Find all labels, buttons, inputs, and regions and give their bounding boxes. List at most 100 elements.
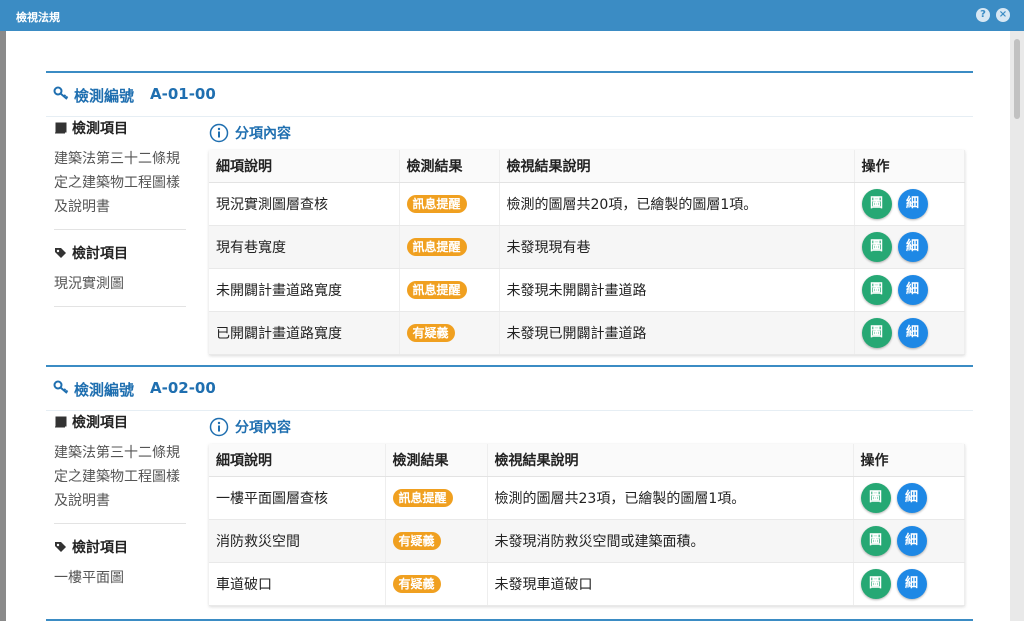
close-icon[interactable]: ×: [996, 8, 1010, 22]
table-row: 一樓平面圖層查核 訊息提醒 檢測的圖層共23項，已繪製的圖層1項。 圖細: [209, 476, 965, 520]
book-icon: [55, 416, 67, 428]
info-icon: [209, 417, 229, 437]
detail-button[interactable]: 細: [897, 317, 928, 348]
result-cell: 訊息提醒: [399, 225, 500, 269]
col-action-header: 操作: [853, 444, 965, 477]
review-item-heading: 檢討項目: [54, 536, 186, 558]
detail-button[interactable]: 細: [896, 525, 927, 556]
item-cell: 已開闢計畫道路寬度: [209, 311, 400, 355]
item-cell: 車道破口: [209, 562, 386, 606]
code-value: A-01-00: [150, 85, 216, 103]
code-label: 檢測編號: [74, 87, 135, 105]
divider: [54, 229, 186, 230]
results-table: 細項說明 檢測結果 檢視結果說明 操作 一樓平面圖層查核 訊息提醒 檢測的圖層共…: [209, 444, 965, 606]
table-row: 車道破口 有疑義 未發現車道破口 圖細: [209, 562, 965, 606]
desc-cell: 檢測的圖層共20項，已繪製的圖層1項。: [499, 182, 855, 226]
key-icon: [53, 86, 69, 100]
item-cell: 現況實測圖層查核: [209, 182, 400, 226]
status-badge: 有疑義: [406, 323, 455, 342]
divider: [54, 306, 186, 307]
review-item-label: 檢討項目: [72, 246, 128, 262]
map-button[interactable]: 圖: [860, 482, 891, 513]
tag-icon: [55, 248, 66, 258]
result-cell: 訊息提醒: [399, 268, 500, 312]
map-button[interactable]: 圖: [861, 274, 892, 305]
item-summary: 檢測項目 建築法第三十二條規定之建築物工程圖樣及說明書 檢討項目 現況實測圖: [54, 117, 186, 319]
status-badge: 有疑義: [392, 531, 441, 550]
status-badge: 訊息提醒: [406, 280, 467, 299]
detail-button[interactable]: 細: [897, 188, 928, 219]
sub-content-label: 分項內容: [235, 126, 291, 142]
action-cell: 圖細: [854, 311, 965, 355]
item-cell: 未開闢計畫道路寬度: [209, 268, 400, 312]
table-row: 現有巷寬度 訊息提醒 未發現現有巷 圖細: [209, 225, 965, 269]
detail-button[interactable]: 細: [897, 231, 928, 262]
table-row: 已開闢計畫道路寬度 有疑義 未發現已開闢計畫道路 圖細: [209, 311, 965, 355]
status-badge: 訊息提醒: [406, 194, 467, 213]
review-item-text: 一樓平面圖: [54, 570, 124, 586]
check-item-label: 檢測項目: [72, 415, 128, 431]
dialog-titlebar: 檢視法規 ? ×: [0, 0, 1024, 31]
sub-content-heading: 分項內容: [209, 415, 965, 439]
help-icon[interactable]: ?: [976, 8, 990, 22]
desc-cell: 未發現未開闢計畫道路: [499, 268, 855, 312]
table-row: 現況實測圖層查核 訊息提醒 檢測的圖層共20項，已繪製的圖層1項。 圖細: [209, 182, 965, 226]
map-button[interactable]: 圖: [861, 231, 892, 262]
col-desc-header: 檢視結果說明: [499, 150, 855, 183]
sub-content-label: 分項內容: [235, 420, 291, 436]
sub-content: 分項內容 細項說明 檢測結果 檢視結果說明 操作 一樓平面圖層查核 訊息提醒 檢…: [209, 415, 965, 606]
action-cell: 圖細: [854, 182, 965, 226]
check-item-heading: 檢測項目: [54, 117, 186, 139]
desc-cell: 檢測的圖層共23項，已繪製的圖層1項。: [487, 476, 854, 520]
map-button[interactable]: 圖: [861, 317, 892, 348]
detail-button[interactable]: 細: [896, 568, 927, 599]
dialog-title: 檢視法規: [16, 11, 60, 24]
desc-cell: 未發現現有巷: [499, 225, 855, 269]
action-cell: 圖細: [853, 562, 965, 606]
dialog-body: 檢測編號 A-01-00 檢測項目 建築法第三十二條規定之建築物工程圖樣及說明書…: [6, 31, 1010, 621]
inspection-panel: 檢測編號 A-01-00 檢測項目 建築法第三十二條規定之建築物工程圖樣及說明書…: [46, 71, 973, 361]
code-value: A-02-00: [150, 379, 216, 397]
col-item-header: 細項說明: [209, 444, 386, 477]
info-icon: [209, 123, 229, 143]
detail-button[interactable]: 細: [897, 274, 928, 305]
desc-cell: 未發現已開闢計畫道路: [499, 311, 855, 355]
table-row: 消防救災空間 有疑義 未發現消防救災空間或建築面積。 圖細: [209, 519, 965, 563]
col-desc-header: 檢視結果說明: [487, 444, 854, 477]
status-badge: 訊息提醒: [392, 488, 453, 507]
action-cell: 圖細: [854, 268, 965, 312]
item-cell: 現有巷寬度: [209, 225, 400, 269]
table-row: 未開闢計畫道路寬度 訊息提醒 未發現未開闢計畫道路 圖細: [209, 268, 965, 312]
item-cell: 一樓平面圖層查核: [209, 476, 386, 520]
sub-content: 分項內容 細項說明 檢測結果 檢視結果說明 操作 現況實測圖層查核 訊息提醒 檢…: [209, 121, 965, 355]
action-cell: 圖細: [853, 476, 965, 520]
map-button[interactable]: 圖: [861, 188, 892, 219]
map-button[interactable]: 圖: [860, 568, 891, 599]
code-label: 檢測編號: [74, 381, 135, 399]
result-cell: 訊息提醒: [399, 182, 500, 226]
review-item-text: 現況實測圖: [54, 276, 124, 292]
item-summary: 檢測項目 建築法第三十二條規定之建築物工程圖樣及說明書 檢討項目 一樓平面圖: [54, 411, 186, 590]
map-button[interactable]: 圖: [860, 525, 891, 556]
result-cell: 有疑義: [385, 519, 488, 563]
status-badge: 訊息提醒: [406, 237, 467, 256]
result-cell: 有疑義: [399, 311, 500, 355]
table-header-row: 細項說明 檢測結果 檢視結果說明 操作: [209, 150, 965, 183]
action-cell: 圖細: [853, 519, 965, 563]
detail-button[interactable]: 細: [896, 482, 927, 513]
check-item-text: 建築法第三十二條規定之建築物工程圖樣及說明書: [54, 151, 180, 215]
tag-icon: [55, 542, 66, 552]
desc-cell: 未發現車道破口: [487, 562, 854, 606]
scrollbar[interactable]: [1010, 31, 1024, 621]
status-badge: 有疑義: [392, 574, 441, 593]
key-icon: [53, 380, 69, 394]
scrollbar-thumb[interactable]: [1014, 39, 1020, 119]
desc-cell: 未發現消防救災空間或建築面積。: [487, 519, 854, 563]
book-icon: [55, 122, 67, 134]
check-item-heading: 檢測項目: [54, 411, 186, 433]
col-item-header: 細項說明: [209, 150, 400, 183]
review-item-label: 檢討項目: [72, 540, 128, 556]
check-item-text: 建築法第三十二條規定之建築物工程圖樣及說明書: [54, 445, 180, 509]
col-result-header: 檢測結果: [385, 444, 488, 477]
action-cell: 圖細: [854, 225, 965, 269]
